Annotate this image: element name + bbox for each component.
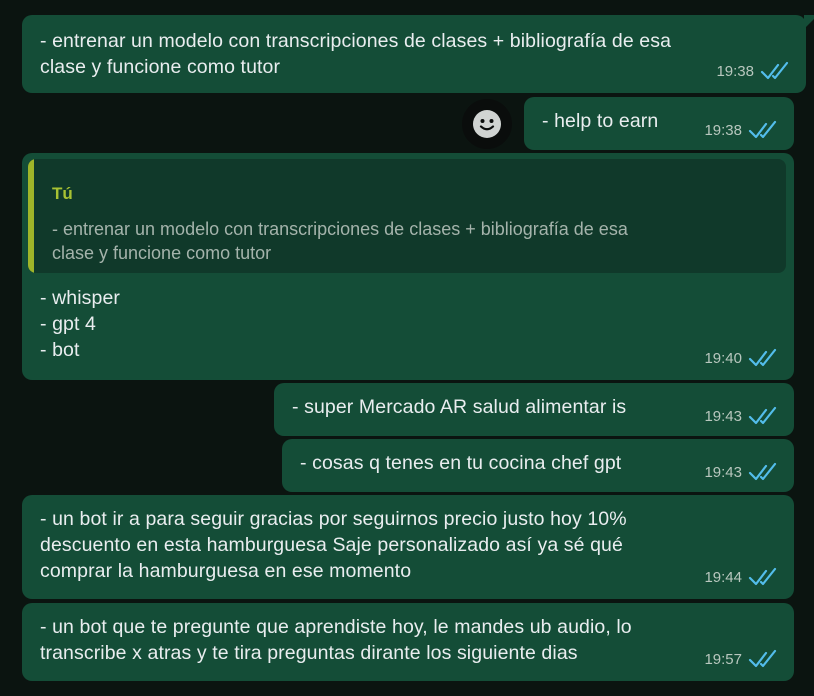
double-check-read-icon: [748, 567, 777, 586]
message-bubble[interactable]: - cosas q tenes en tu cocina chef gpt 19…: [282, 439, 794, 492]
message-bubble[interactable]: Tú - entrenar un modelo con transcripcio…: [22, 153, 794, 380]
message-time: 19:38: [704, 121, 742, 139]
message-time: 19:43: [704, 463, 742, 481]
message-text: - un bot que te pregunte que aprendiste …: [40, 616, 632, 664]
message-text: - cosas q tenes en tu cocina chef gpt: [300, 452, 622, 474]
message-time: 19:43: [704, 407, 742, 425]
quote-author: Tú: [52, 184, 73, 203]
smiley-icon: [473, 110, 501, 138]
quote-accent-bar: [28, 159, 34, 273]
message-meta: 19:43: [704, 406, 780, 426]
message-bubble[interactable]: - un bot ir a para seguir gracias por se…: [22, 495, 794, 599]
quote-text: - entrenar un modelo con transcripciones…: [52, 219, 628, 263]
message-bubble[interactable]: - entrenar un modelo con transcripciones…: [22, 15, 814, 93]
message-bubble[interactable]: - super Mercado AR salud alimentar is 19…: [274, 383, 794, 436]
chat-window: - entrenar un modelo con transcripciones…: [0, 0, 814, 696]
message-text: - entrenar un modelo con transcripciones…: [40, 30, 672, 78]
message-meta: 19:43: [704, 462, 780, 482]
message-meta: 19:40: [704, 348, 780, 368]
message-bubble[interactable]: - help to earn 19:38: [524, 97, 794, 150]
message-meta: 19:44: [704, 567, 780, 587]
message-bubble[interactable]: - un bot que te pregunte que aprendiste …: [22, 603, 794, 681]
double-check-read-icon: [748, 120, 777, 139]
message-time: 19:38: [716, 62, 754, 80]
message-meta: 19:38: [704, 120, 780, 140]
message-meta: 19:57: [704, 649, 780, 669]
double-check-read-icon: [760, 61, 789, 80]
double-check-read-icon: [748, 348, 777, 367]
message-text: - super Mercado AR salud alimentar is: [292, 396, 627, 418]
message-text: - un bot ir a para seguir gracias por se…: [40, 508, 627, 582]
message-text: - whisper - gpt 4 - bot: [40, 287, 121, 361]
emoji-reaction-button[interactable]: [462, 99, 512, 149]
bubble-tail: [804, 15, 814, 29]
double-check-read-icon: [748, 649, 777, 668]
message-meta: 19:38: [716, 61, 792, 81]
message-time: 19:40: [704, 349, 742, 367]
message-text: - help to earn: [542, 110, 659, 132]
double-check-read-icon: [748, 406, 777, 425]
message-time: 19:44: [704, 568, 742, 586]
quoted-message[interactable]: Tú - entrenar un modelo con transcripcio…: [28, 159, 786, 273]
double-check-read-icon: [748, 462, 777, 481]
message-time: 19:57: [704, 650, 742, 668]
